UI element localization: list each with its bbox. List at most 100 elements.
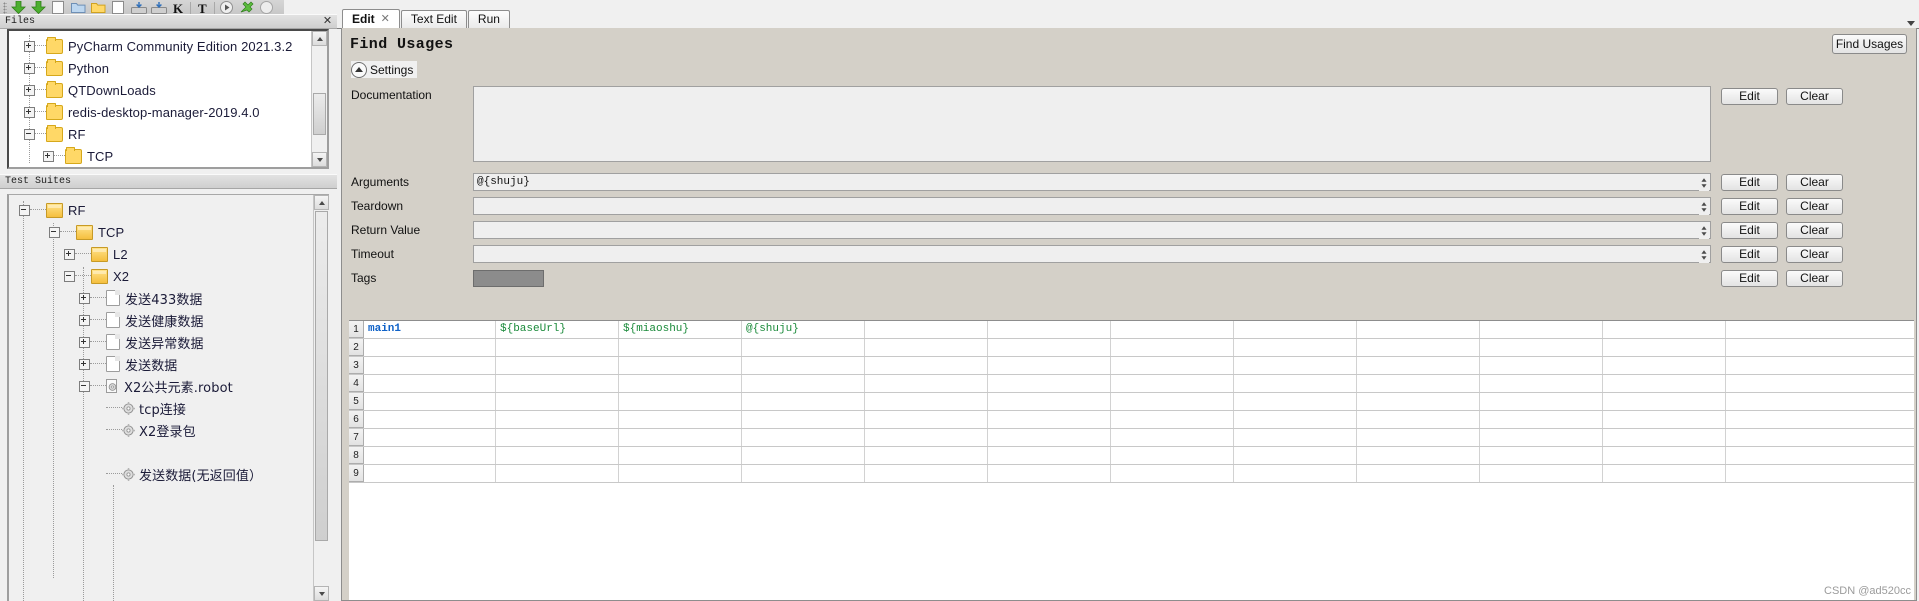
suite-tree-item-rf[interactable]: RF: [9, 199, 329, 221]
grid-cell[interactable]: [988, 393, 1111, 410]
grid-cell[interactable]: [496, 429, 619, 446]
grid-cell[interactable]: [1357, 321, 1480, 338]
blank-page-icon[interactable]: [110, 0, 127, 14]
grid-cell[interactable]: [1234, 375, 1357, 392]
suite-tree-item-send-abnormal[interactable]: 发送异常数据: [9, 331, 329, 353]
return-value-input[interactable]: [473, 221, 1711, 239]
grid-cell[interactable]: [619, 375, 742, 392]
pause-icon[interactable]: [258, 0, 275, 14]
run-play-icon[interactable]: [218, 0, 235, 14]
grid-cell[interactable]: [1357, 339, 1480, 356]
scroll-up-button[interactable]: [312, 31, 327, 46]
grid-cell[interactable]: [988, 375, 1111, 392]
grid-cell[interactable]: [1480, 393, 1603, 410]
row-number[interactable]: 4: [349, 375, 364, 392]
grid-cell[interactable]: [1357, 447, 1480, 464]
grid-cell[interactable]: [364, 465, 496, 482]
suite-tree-item-send-data-no-return[interactable]: 发送数据(无返回值）: [9, 463, 329, 485]
import-icon[interactable]: [130, 0, 147, 14]
return-value-spinner[interactable]: [1699, 223, 1709, 239]
row-number[interactable]: 7: [349, 429, 364, 446]
row-number[interactable]: 6: [349, 411, 364, 428]
grid-cell[interactable]: [742, 465, 865, 482]
grid-cell[interactable]: [742, 411, 865, 428]
tab-edit[interactable]: Edit ✕: [342, 9, 400, 28]
tab-close-icon[interactable]: ✕: [381, 10, 390, 28]
grid-cell[interactable]: [742, 429, 865, 446]
row-number[interactable]: 1: [349, 321, 364, 338]
grid-cell[interactable]: [364, 411, 496, 428]
grid-cell[interactable]: [1357, 411, 1480, 428]
files-tree-item-redis[interactable]: redis-desktop-manager-2019.4.0: [9, 101, 327, 123]
keyword-steps-grid[interactable]: 1 main1 ${baseUrl} ${miaoshu} @{shuju} 2: [349, 320, 1914, 600]
row-number[interactable]: 3: [349, 357, 364, 374]
timeout-input[interactable]: [473, 245, 1711, 263]
table-row[interactable]: 3: [349, 357, 1914, 375]
teardown-clear-button[interactable]: Clear: [1786, 197, 1843, 215]
suite-tree-item-x2-login-packet[interactable]: X2登录包: [9, 419, 329, 441]
grid-cell[interactable]: [1111, 429, 1234, 446]
grid-cell[interactable]: [1603, 357, 1726, 374]
files-tree-item-pycharm[interactable]: PyCharm Community Edition 2021.3.2: [9, 35, 327, 57]
documentation-clear-button[interactable]: Clear: [1786, 88, 1843, 105]
grid-cell[interactable]: [1357, 393, 1480, 410]
save-down-arrow-icon[interactable]: [30, 0, 47, 14]
grid-cell[interactable]: [1111, 339, 1234, 356]
grid-cell[interactable]: [1603, 321, 1726, 338]
suite-tree-item-send-data[interactable]: 发送数据: [9, 353, 329, 375]
grid-cell[interactable]: [988, 339, 1111, 356]
grid-cell[interactable]: [1234, 465, 1357, 482]
scrollbar-thumb[interactable]: [313, 93, 326, 135]
grid-cell[interactable]: [496, 393, 619, 410]
grid-cell[interactable]: [742, 357, 865, 374]
grid-cell[interactable]: [364, 393, 496, 410]
teardown-edit-button[interactable]: Edit: [1721, 197, 1778, 215]
grid-cell[interactable]: [1603, 465, 1726, 482]
grid-cell[interactable]: [1480, 411, 1603, 428]
grid-cell[interactable]: [1234, 393, 1357, 410]
grid-cell[interactable]: [1234, 447, 1357, 464]
grid-cell[interactable]: [988, 321, 1111, 338]
tags-clear-button[interactable]: Clear: [1786, 269, 1843, 287]
grid-cell[interactable]: [742, 393, 865, 410]
suite-tree-item-x2[interactable]: X2: [9, 265, 329, 287]
grid-cell[interactable]: [742, 375, 865, 392]
grid-cell[interactable]: [742, 339, 865, 356]
expand-toggle-icon[interactable]: [43, 150, 54, 162]
grid-cell[interactable]: [865, 411, 988, 428]
expand-toggle-icon[interactable]: [64, 248, 75, 260]
suites-tree-scrollbar[interactable]: [313, 195, 329, 601]
collapse-toggle-icon[interactable]: [64, 270, 75, 282]
scroll-down-button[interactable]: [314, 586, 329, 601]
grid-cell[interactable]: [1357, 429, 1480, 446]
grid-cell[interactable]: [1480, 357, 1603, 374]
grid-cell[interactable]: [1480, 429, 1603, 446]
grid-cell[interactable]: [1111, 411, 1234, 428]
expand-toggle-icon[interactable]: [24, 40, 35, 52]
stop-plug-icon[interactable]: [238, 0, 255, 14]
robot-k-icon[interactable]: K: [170, 0, 187, 14]
grid-cell[interactable]: [619, 429, 742, 446]
grid-cell[interactable]: [619, 411, 742, 428]
grid-cell[interactable]: [364, 357, 496, 374]
files-tree-item-rf[interactable]: RF: [9, 123, 327, 145]
grid-cell[interactable]: [1603, 447, 1726, 464]
grid-cell[interactable]: [496, 465, 619, 482]
expand-toggle-icon[interactable]: [24, 106, 35, 118]
grid-cell[interactable]: [1357, 465, 1480, 482]
row-number[interactable]: 5: [349, 393, 364, 410]
suite-tree-item-send-health[interactable]: 发送健康数据: [9, 309, 329, 331]
grid-cell[interactable]: [988, 429, 1111, 446]
table-row[interactable]: 1 main1 ${baseUrl} ${miaoshu} @{shuju}: [349, 321, 1914, 339]
grid-cell[interactable]: [1111, 375, 1234, 392]
grid-cell[interactable]: [1111, 465, 1234, 482]
timeout-clear-button[interactable]: Clear: [1786, 245, 1843, 263]
suite-tree-item-send-433[interactable]: 发送433数据: [9, 287, 329, 309]
grid-cell[interactable]: [496, 375, 619, 392]
table-row[interactable]: 8: [349, 447, 1914, 465]
grid-cell[interactable]: [742, 447, 865, 464]
text-t-icon[interactable]: T: [194, 0, 211, 14]
grid-cell[interactable]: [619, 357, 742, 374]
grid-cell[interactable]: [865, 393, 988, 410]
files-tree-scrollbar[interactable]: [311, 31, 327, 167]
